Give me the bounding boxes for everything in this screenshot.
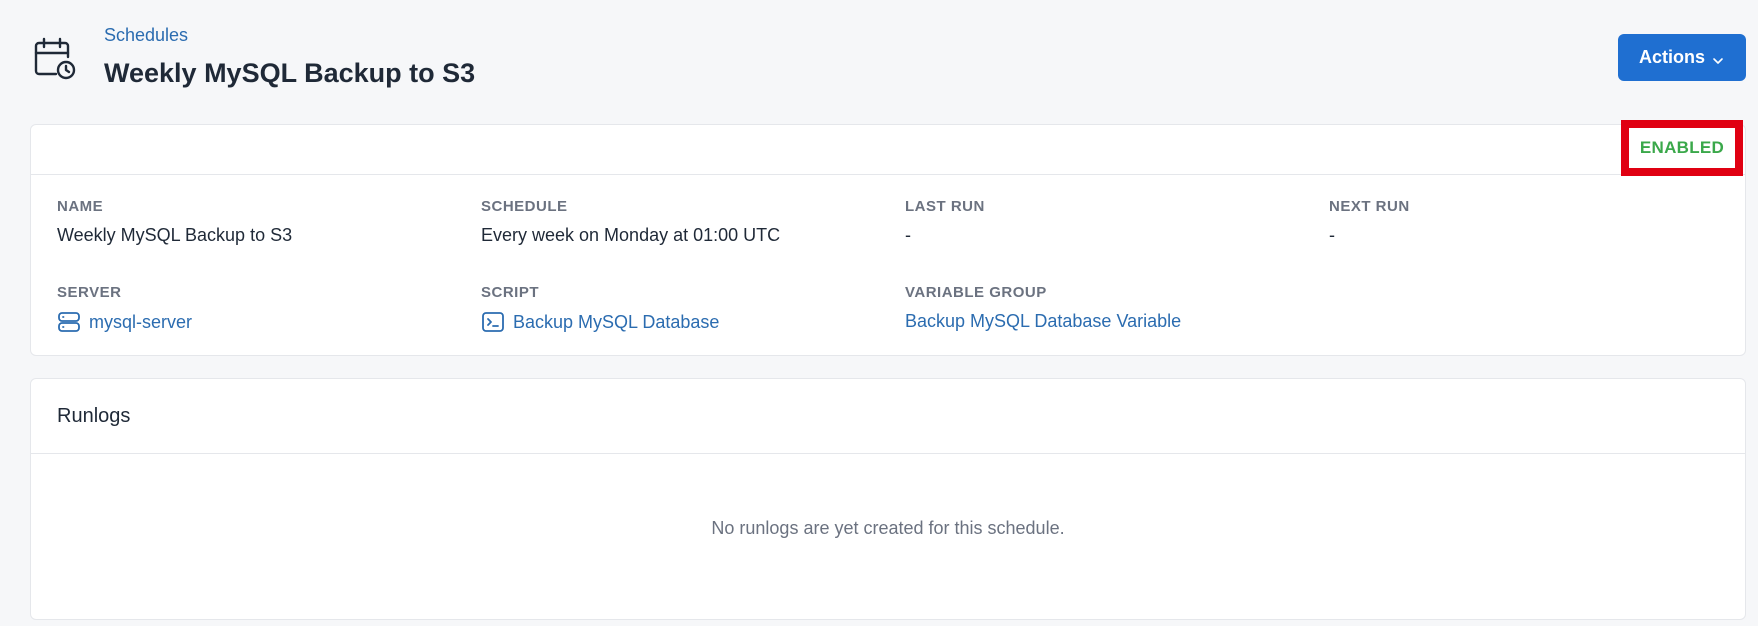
status-highlight-box: ENABLED bbox=[1621, 120, 1743, 176]
runlogs-card: Runlogs No runlogs are yet created for t… bbox=[30, 378, 1746, 620]
field-server-label: SERVER bbox=[57, 284, 122, 301]
chevron-down-icon bbox=[1711, 51, 1725, 65]
page-header: Schedules Weekly MySQL Backup to S3 Acti… bbox=[30, 22, 1746, 92]
schedule-details-card: ENABLED NAME Weekly MySQL Backup to S3 S… bbox=[30, 120, 1746, 356]
script-link-label: Backup MySQL Database bbox=[513, 311, 720, 332]
field-script-label: SCRIPT bbox=[481, 284, 540, 301]
server-link[interactable]: mysql-server bbox=[57, 311, 192, 333]
runlogs-empty-message: No runlogs are yet created for this sche… bbox=[711, 518, 1065, 538]
server-link-label: mysql-server bbox=[89, 311, 193, 332]
field-schedule-value: Every week on Monday at 01:00 UTC bbox=[481, 225, 781, 245]
server-icon bbox=[57, 311, 81, 333]
runlogs-header: Runlogs bbox=[31, 379, 1745, 454]
field-variable-group-label: VARIABLE GROUP bbox=[905, 284, 1047, 301]
variable-group-link[interactable]: Backup MySQL Database Variable bbox=[905, 311, 1181, 332]
script-link[interactable]: Backup MySQL Database bbox=[481, 311, 719, 333]
runlogs-title: Runlogs bbox=[57, 404, 131, 427]
breadcrumb-schedules[interactable]: Schedules bbox=[104, 25, 188, 46]
card-toolbar: ENABLED bbox=[31, 120, 1745, 176]
field-next-run: NEXT RUN - bbox=[1329, 198, 1410, 246]
actions-button[interactable]: Actions bbox=[1618, 34, 1746, 81]
field-name-label: NAME bbox=[57, 198, 104, 215]
field-server: SERVER mysql-server bbox=[57, 284, 192, 333]
status-badge: ENABLED bbox=[1639, 138, 1725, 157]
field-next-run-label: NEXT RUN bbox=[1329, 198, 1410, 215]
field-script: SCRIPT Backup MySQL Database bbox=[481, 284, 719, 333]
page: Schedules Weekly MySQL Backup to S3 Acti… bbox=[0, 0, 1758, 626]
field-schedule: SCHEDULE Every week on Monday at 01:00 U… bbox=[481, 198, 780, 246]
field-last-run-label: LAST RUN bbox=[905, 198, 985, 215]
field-next-run-value: - bbox=[1329, 225, 1335, 245]
field-name-value: Weekly MySQL Backup to S3 bbox=[57, 225, 293, 245]
field-variable-group: VARIABLE GROUP Backup MySQL Database Var… bbox=[905, 284, 1181, 332]
field-last-run: LAST RUN - bbox=[905, 198, 985, 246]
field-name: NAME Weekly MySQL Backup to S3 bbox=[57, 198, 292, 246]
actions-button-label: Actions bbox=[1638, 47, 1705, 67]
field-schedule-label: SCHEDULE bbox=[481, 198, 568, 215]
terminal-icon bbox=[481, 311, 505, 333]
calendar-clock-icon bbox=[32, 36, 82, 86]
field-last-run-value: - bbox=[905, 225, 911, 245]
page-title: Weekly MySQL Backup to S3 bbox=[104, 58, 476, 88]
